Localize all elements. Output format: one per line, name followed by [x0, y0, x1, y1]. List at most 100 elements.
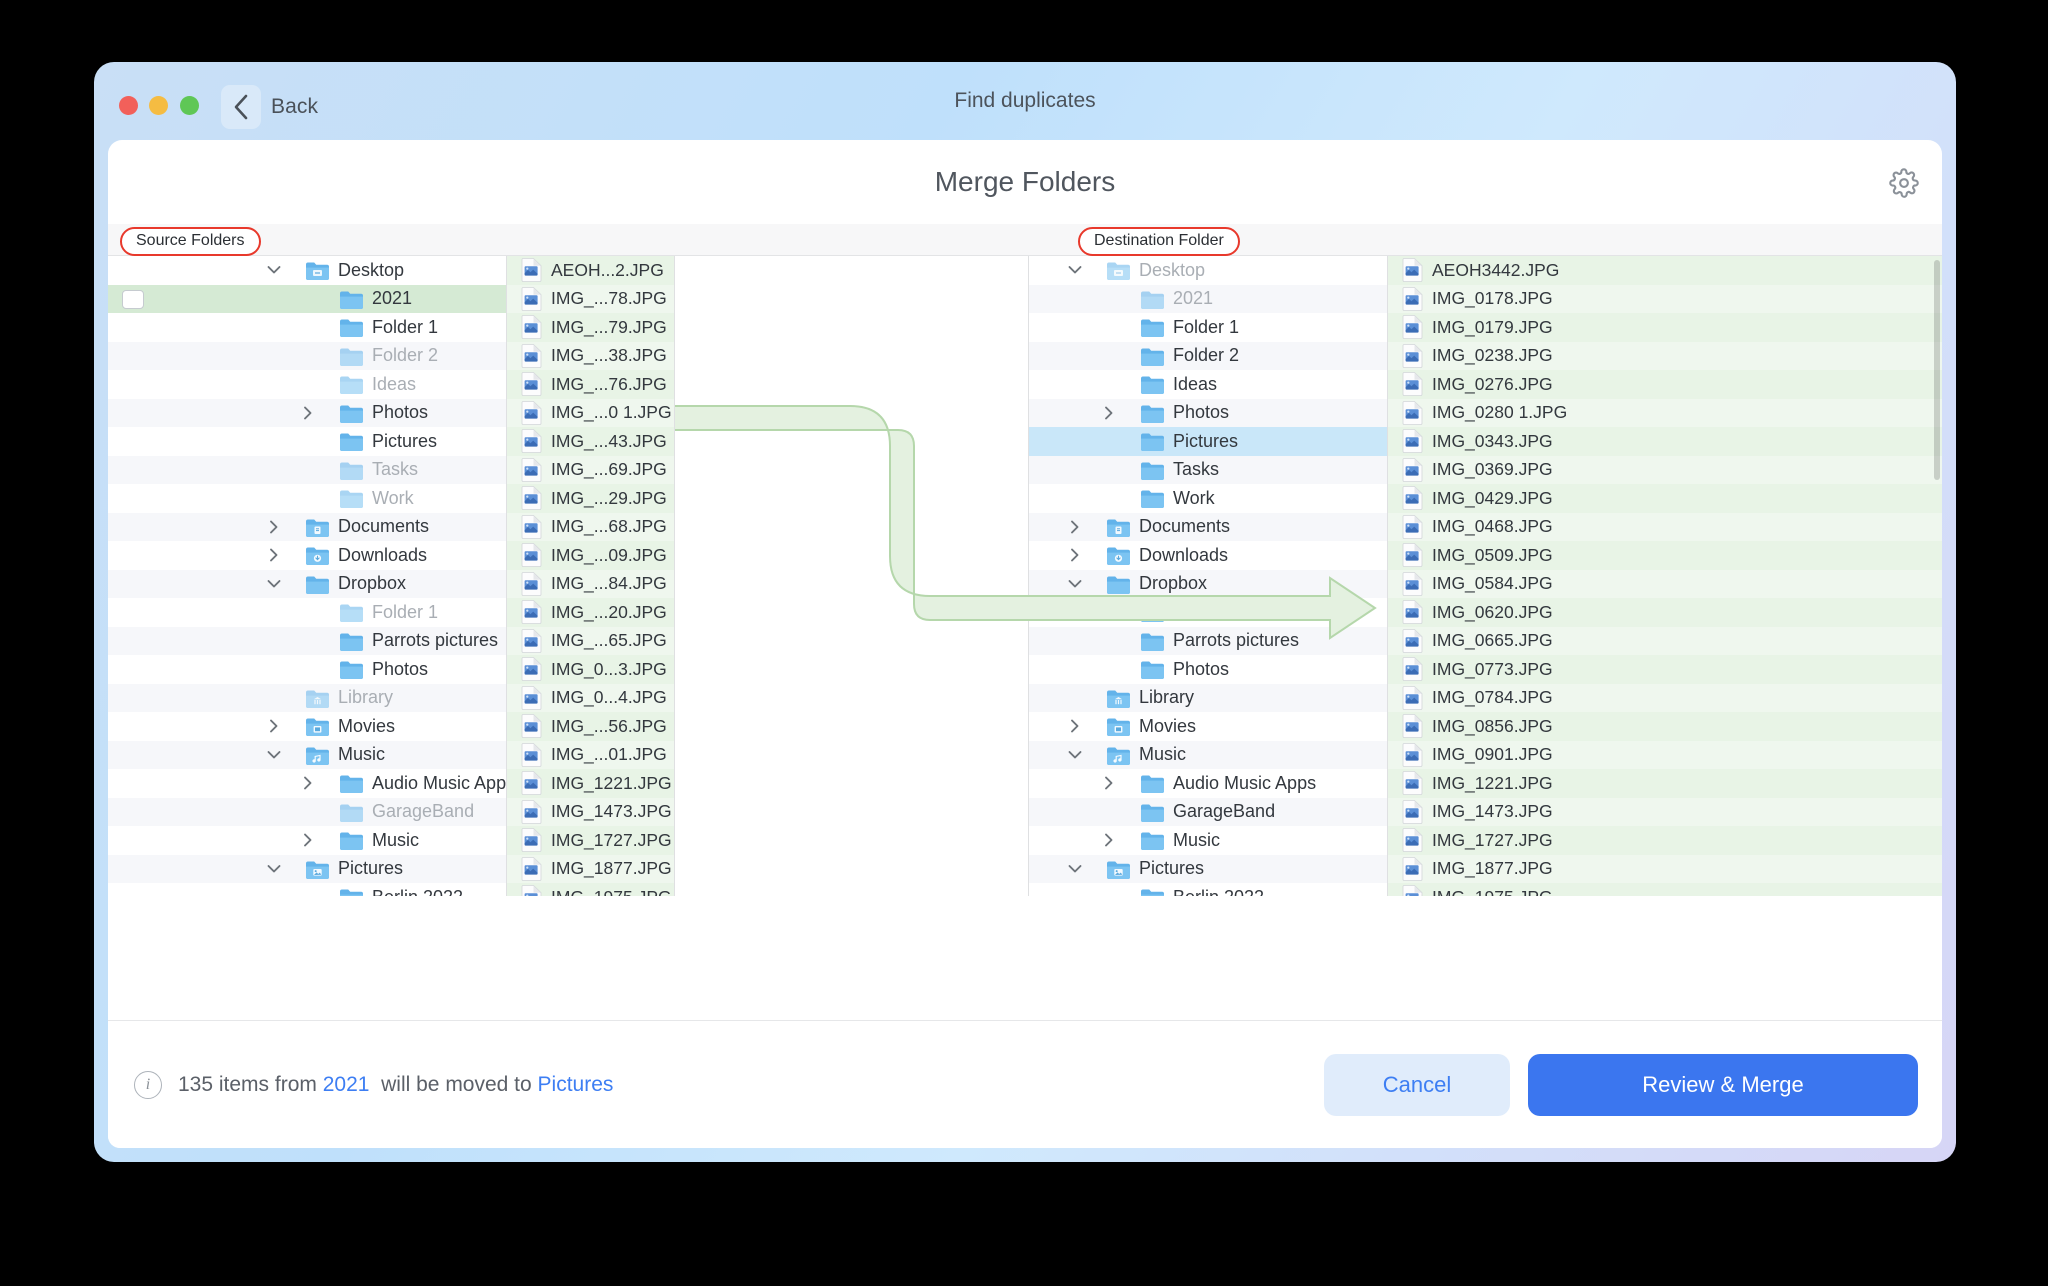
destination-folder-tree[interactable]: Desktop 2021 Folder 1 Folder 2 Ideas Photos Pi…: [1029, 256, 1388, 896]
tree-item-audio-music-apps[interactable]: Audio Music Apps: [1029, 769, 1387, 798]
chevron-right-icon[interactable]: [303, 833, 313, 847]
file-list-item[interactable]: IMG_...68.JPG: [507, 512, 674, 541]
tree-twisty[interactable]: [1064, 516, 1086, 538]
tree-item-music[interactable]: Music: [1029, 740, 1387, 769]
file-list-item[interactable]: IMG_...56.JPG: [507, 712, 674, 741]
file-list-item[interactable]: IMG_...79.JPG: [507, 313, 674, 342]
tree-item-pictures[interactable]: Pictures: [1029, 854, 1387, 883]
file-list-item[interactable]: IMG_1877.JPG: [507, 854, 674, 883]
tree-item-audio-music-apps[interactable]: Audio Music Apps: [108, 769, 506, 798]
tree-item-photos[interactable]: Photos: [108, 398, 506, 427]
tree-item-documents[interactable]: Documents: [1029, 512, 1387, 541]
chevron-down-icon[interactable]: [1068, 750, 1082, 760]
file-list-item[interactable]: IMG_0584.JPG: [1388, 569, 1942, 598]
tree-item-garageband[interactable]: GarageBand: [1029, 797, 1387, 826]
file-list-item[interactable]: IMG_0468.JPG: [1388, 512, 1942, 541]
file-list-item[interactable]: IMG_...76.JPG: [507, 370, 674, 399]
chevron-down-icon[interactable]: [267, 750, 281, 760]
tree-item-dropbox[interactable]: Dropbox: [1029, 569, 1387, 598]
tree-item-folder-1[interactable]: Folder 1: [108, 313, 506, 342]
destination-file-list[interactable]: AEOH3442.JPG IMG_0178.JPG IMG_0179.JPG IMG_…: [1388, 256, 1942, 896]
chevron-right-icon[interactable]: [1070, 719, 1080, 733]
tree-item-music[interactable]: Music: [108, 826, 506, 855]
tree-item-movies[interactable]: Movies: [1029, 712, 1387, 741]
tree-item-berlin-2022[interactable]: Berlin 2022: [1029, 883, 1387, 896]
file-list-item[interactable]: IMG_...01.JPG: [507, 740, 674, 769]
file-list-item[interactable]: IMG_0280 1.JPG: [1388, 398, 1942, 427]
chevron-down-icon[interactable]: [267, 579, 281, 589]
file-list-item[interactable]: IMG_0665.JPG: [1388, 626, 1942, 655]
tree-twisty[interactable]: [1064, 259, 1086, 281]
chevron-down-icon[interactable]: [267, 265, 281, 275]
file-list-item[interactable]: IMG_...65.JPG: [507, 626, 674, 655]
tree-twisty[interactable]: [263, 516, 285, 538]
tree-item-pictures[interactable]: Pictures: [108, 427, 506, 456]
tree-item-music[interactable]: Music: [108, 740, 506, 769]
file-list-item[interactable]: IMG_1473.JPG: [507, 797, 674, 826]
tree-item-parrots-pictures[interactable]: Parrots pictures: [1029, 626, 1387, 655]
tree-item-desktop[interactable]: Desktop: [108, 256, 506, 285]
chevron-right-icon[interactable]: [303, 776, 313, 790]
tree-item-work[interactable]: Work: [108, 484, 506, 513]
file-list-item[interactable]: IMG_1877.JPG: [1388, 854, 1942, 883]
tree-item-pictures[interactable]: Pictures: [1029, 427, 1387, 456]
source-checkbox[interactable]: [122, 289, 144, 309]
tree-item-2021[interactable]: 2021: [108, 284, 506, 313]
chevron-right-icon[interactable]: [1104, 776, 1114, 790]
tree-item-folder-1[interactable]: Folder 1: [1029, 598, 1387, 627]
tree-item-work[interactable]: Work: [1029, 484, 1387, 513]
tree-twisty[interactable]: [263, 715, 285, 737]
tree-twisty[interactable]: [263, 259, 285, 281]
file-list-item[interactable]: IMG_0856.JPG: [1388, 712, 1942, 741]
file-list-item[interactable]: IMG_0901.JPG: [1388, 740, 1942, 769]
file-list-item[interactable]: IMG_1727.JPG: [1388, 826, 1942, 855]
tree-twisty[interactable]: [297, 402, 319, 424]
file-list-item[interactable]: IMG_0784.JPG: [1388, 683, 1942, 712]
tree-item-movies[interactable]: Movies: [108, 712, 506, 741]
file-list-item[interactable]: IMG_0773.JPG: [1388, 655, 1942, 684]
tree-item-folder-2[interactable]: Folder 2: [108, 341, 506, 370]
tree-item-folder-1[interactable]: Folder 1: [1029, 313, 1387, 342]
chevron-down-icon[interactable]: [267, 864, 281, 874]
tree-item-ideas[interactable]: Ideas: [1029, 370, 1387, 399]
chevron-right-icon[interactable]: [1070, 548, 1080, 562]
chevron-right-icon[interactable]: [303, 406, 313, 420]
tree-item-parrots-pictures[interactable]: Parrots pictures: [108, 626, 506, 655]
tree-item-folder-2[interactable]: Folder 2: [1029, 341, 1387, 370]
file-list-item[interactable]: IMG_...69.JPG: [507, 455, 674, 484]
file-list-item[interactable]: IMG_0276.JPG: [1388, 370, 1942, 399]
tree-item-photos[interactable]: Photos: [1029, 398, 1387, 427]
tree-twisty[interactable]: [263, 858, 285, 880]
chevron-down-icon[interactable]: [1068, 265, 1082, 275]
tree-item-desktop[interactable]: Desktop: [1029, 256, 1387, 285]
file-list-item[interactable]: IMG_...20.JPG: [507, 598, 674, 627]
chevron-right-icon[interactable]: [1104, 833, 1114, 847]
file-list-item[interactable]: IMG_0429.JPG: [1388, 484, 1942, 513]
review-merge-button[interactable]: Review & Merge: [1528, 1053, 1918, 1116]
tree-twisty[interactable]: [1098, 402, 1120, 424]
tree-twisty[interactable]: [1064, 573, 1086, 595]
tree-item-folder-1[interactable]: Folder 1: [108, 598, 506, 627]
file-list-item[interactable]: IMG_...78.JPG: [507, 284, 674, 313]
file-list-item[interactable]: IMG_1975.JPG: [1388, 883, 1942, 896]
file-list-item[interactable]: IMG_...38.JPG: [507, 341, 674, 370]
chevron-right-icon[interactable]: [269, 548, 279, 562]
file-list-item[interactable]: IMG_0...3.JPG: [507, 655, 674, 684]
file-list-item[interactable]: IMG_0178.JPG: [1388, 284, 1942, 313]
source-file-list[interactable]: AEOH...2.JPG IMG_...78.JPG IMG_...79.JPG IM…: [507, 256, 675, 896]
file-list-item[interactable]: IMG_1473.JPG: [1388, 797, 1942, 826]
file-list-item[interactable]: IMG_0369.JPG: [1388, 455, 1942, 484]
chevron-right-icon[interactable]: [1070, 520, 1080, 534]
tree-item-tasks[interactable]: Tasks: [1029, 455, 1387, 484]
file-list-item[interactable]: IMG_0179.JPG: [1388, 313, 1942, 342]
tree-twisty[interactable]: [1064, 858, 1086, 880]
file-list-item[interactable]: IMG_0343.JPG: [1388, 427, 1942, 456]
cancel-button[interactable]: Cancel: [1324, 1053, 1510, 1116]
file-list-item[interactable]: IMG_0...4.JPG: [507, 683, 674, 712]
file-list-item[interactable]: AEOH...2.JPG: [507, 256, 674, 285]
tree-twisty[interactable]: [297, 772, 319, 794]
tree-item-downloads[interactable]: Downloads: [108, 541, 506, 570]
file-list-item[interactable]: AEOH3442.JPG: [1388, 256, 1942, 285]
tree-item-library[interactable]: Library: [108, 683, 506, 712]
chevron-down-icon[interactable]: [1068, 864, 1082, 874]
